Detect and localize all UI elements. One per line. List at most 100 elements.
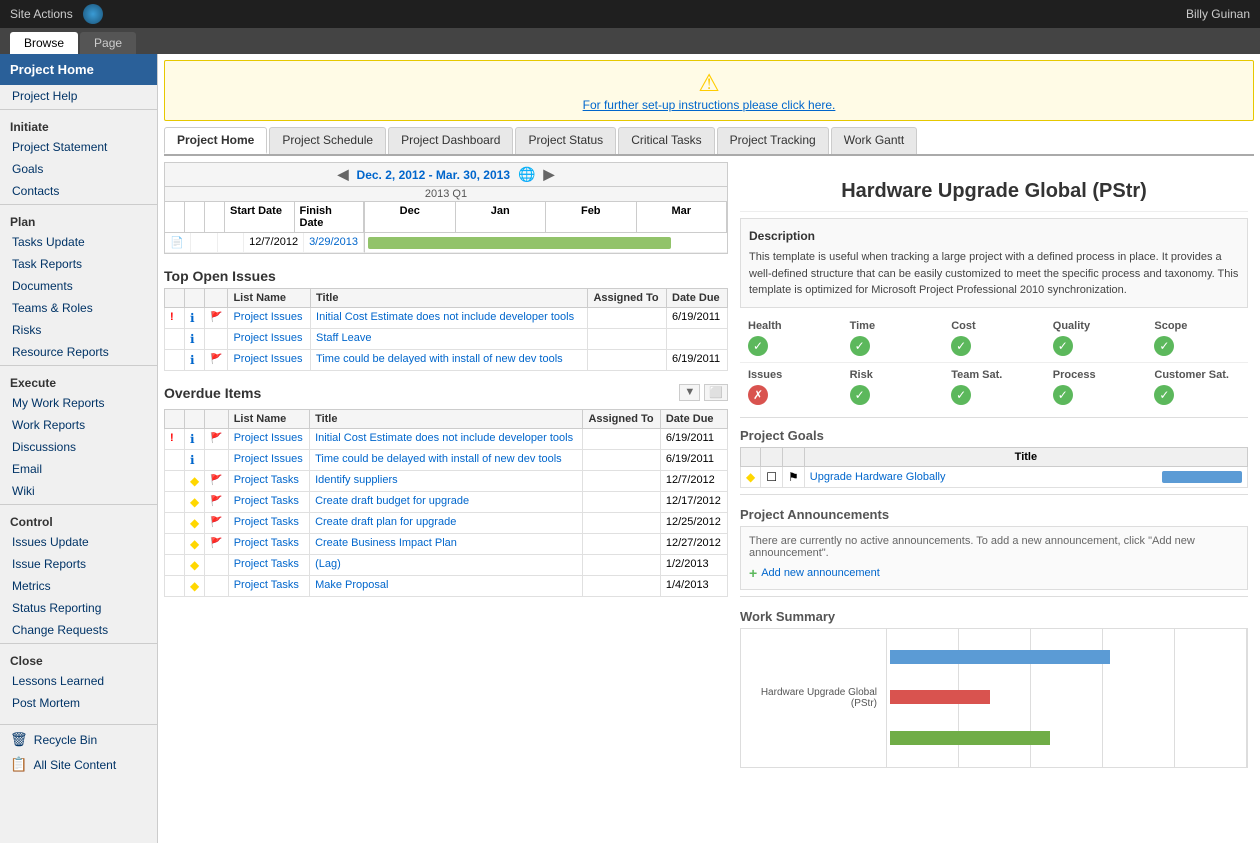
sidebar-item-discussions[interactable]: Discussions xyxy=(0,436,157,458)
chart-bar-red xyxy=(890,690,990,704)
td-info: ℹ xyxy=(185,329,205,350)
site-actions-menu[interactable]: Site Actions xyxy=(10,7,73,21)
td-title[interactable]: Time could be delayed with install of ne… xyxy=(311,350,588,371)
goals-th-title[interactable]: Title xyxy=(804,447,1247,466)
tab-work-gantt[interactable]: Work Gantt xyxy=(831,127,917,154)
td-list[interactable]: Project Tasks xyxy=(228,471,309,492)
table-row: ◆ 🚩 Project Tasks Identify suppliers 12/… xyxy=(165,471,728,492)
td-list[interactable]: Project Tasks xyxy=(228,555,309,576)
gantt-row-icon2 xyxy=(191,233,217,252)
overdue-controls: ▼ ⬜ xyxy=(679,384,728,401)
td-title[interactable]: Create Business Impact Plan xyxy=(310,534,583,555)
overdue-expand-btn[interactable]: ⬜ xyxy=(704,384,728,401)
chart-row-blue xyxy=(890,650,1243,664)
globe-icon xyxy=(83,4,103,24)
td-flag: 🚩 xyxy=(205,534,228,555)
sidebar-item-email[interactable]: Email xyxy=(0,458,157,480)
sidebar-item-status-reporting[interactable]: Status Reporting xyxy=(0,597,157,619)
top-issues-title: Top Open Issues xyxy=(164,262,728,288)
all-site-content[interactable]: 📋 All Site Content xyxy=(0,752,157,777)
status-time-label: Time xyxy=(850,320,936,332)
top-bar: Site Actions Billy Guinan xyxy=(0,0,1260,28)
status-grid-row1: Health ✓ Time ✓ Cost ✓ Quality xyxy=(740,314,1248,362)
sidebar-item-project-help[interactable]: Project Help xyxy=(0,85,157,107)
th-assigned[interactable]: Assigned To xyxy=(588,289,667,308)
overdue-menu-btn[interactable]: ▼ xyxy=(679,384,700,401)
status-health-icon: ✓ xyxy=(748,336,768,356)
sidebar-item-my-work-reports[interactable]: My Work Reports xyxy=(0,392,157,414)
sidebar-item-risks[interactable]: Risks xyxy=(0,319,157,341)
goals-td-1: ◆ xyxy=(741,466,761,487)
td-title[interactable]: Staff Leave xyxy=(311,329,588,350)
sidebar-item-issue-reports[interactable]: Issue Reports xyxy=(0,553,157,575)
gantt-col-finish[interactable]: Finish Date xyxy=(295,202,365,232)
th-due[interactable]: Date Due xyxy=(667,289,728,308)
sidebar-item-goals[interactable]: Goals xyxy=(0,158,157,180)
td-list[interactable]: Project Tasks xyxy=(228,513,309,534)
td-title[interactable]: Create draft budget for upgrade xyxy=(310,492,583,513)
sidebar: Project Home Project Help Initiate Proje… xyxy=(0,54,158,843)
th-title[interactable]: Title xyxy=(311,289,588,308)
td-title[interactable]: (Lag) xyxy=(310,555,583,576)
sidebar-item-project-statement[interactable]: Project Statement xyxy=(0,136,157,158)
td-title[interactable]: Make Proposal xyxy=(310,576,583,597)
td-assigned xyxy=(588,308,667,329)
td-title[interactable]: Time could be delayed with install of ne… xyxy=(310,450,583,471)
sidebar-item-documents[interactable]: Documents xyxy=(0,275,157,297)
sidebar-item-post-mortem[interactable]: Post Mortem xyxy=(0,692,157,714)
status-customer-sat-icon: ✓ xyxy=(1154,385,1174,405)
td-title[interactable]: Initial Cost Estimate does not include d… xyxy=(311,308,588,329)
tab-project-schedule[interactable]: Project Schedule xyxy=(269,127,386,154)
sidebar-item-issues-update[interactable]: Issues Update xyxy=(0,531,157,553)
td-title[interactable]: Identify suppliers xyxy=(310,471,583,492)
sidebar-item-tasks-update[interactable]: Tasks Update xyxy=(0,231,157,253)
sidebar-item-resource-reports[interactable]: Resource Reports xyxy=(0,341,157,363)
status-team-sat: Team Sat. ✓ xyxy=(943,363,1045,411)
gantt-col-start[interactable]: Start Date xyxy=(225,202,295,232)
tab-page[interactable]: Page xyxy=(80,32,136,54)
tab-project-tracking[interactable]: Project Tracking xyxy=(717,127,829,154)
sidebar-item-metrics[interactable]: Metrics xyxy=(0,575,157,597)
description-text: This template is useful when tracking a … xyxy=(749,249,1239,299)
gantt-prev-btn[interactable]: ◀ xyxy=(338,166,349,183)
tab-project-home[interactable]: Project Home xyxy=(164,127,267,154)
gantt-row-finish[interactable]: 3/29/2013 xyxy=(304,233,364,252)
recycle-bin[interactable]: 🗑 Recycle Bin xyxy=(0,727,157,752)
gantt-next-btn[interactable]: ▶ xyxy=(543,166,554,183)
sidebar-item-contacts[interactable]: Contacts xyxy=(0,180,157,202)
warning-bar: ⚠ For further set-up instructions please… xyxy=(164,60,1254,121)
right-panel: Hardware Upgrade Global (PStr) Descripti… xyxy=(734,162,1254,774)
sidebar-item-lessons-learned[interactable]: Lessons Learned xyxy=(0,670,157,692)
td-title[interactable]: Initial Cost Estimate does not include d… xyxy=(310,429,583,450)
sidebar-item-work-reports[interactable]: Work Reports xyxy=(0,414,157,436)
add-announcement-link[interactable]: + Add new announcement xyxy=(749,565,1239,581)
warning-link[interactable]: For further set-up instructions please c… xyxy=(173,98,1245,112)
th-due[interactable]: Date Due xyxy=(660,410,727,429)
tab-project-dashboard[interactable]: Project Dashboard xyxy=(388,127,513,154)
tab-browse[interactable]: Browse xyxy=(10,32,78,54)
sidebar-item-change-requests[interactable]: Change Requests xyxy=(0,619,157,641)
td-title[interactable]: Create draft plan for upgrade xyxy=(310,513,583,534)
th-list-name[interactable]: List Name xyxy=(228,410,309,429)
tab-project-status[interactable]: Project Status xyxy=(515,127,616,154)
td-list[interactable]: Project Tasks xyxy=(228,576,309,597)
gantt-bar-area xyxy=(365,233,727,253)
td-list[interactable]: Project Issues xyxy=(228,329,311,350)
sidebar-section-execute: Execute xyxy=(0,370,157,392)
sidebar-item-task-reports[interactable]: Task Reports xyxy=(0,253,157,275)
th-title[interactable]: Title xyxy=(310,410,583,429)
gantt-col-headers: Start Date Finish Date Dec Jan Feb Mar xyxy=(165,202,727,233)
td-list[interactable]: Project Issues xyxy=(228,429,309,450)
td-list[interactable]: Project Tasks xyxy=(228,534,309,555)
td-list[interactable]: Project Issues xyxy=(228,450,309,471)
goals-td-title[interactable]: Upgrade Hardware Globally xyxy=(804,466,1247,487)
td-list[interactable]: Project Issues xyxy=(228,350,311,371)
th-assigned[interactable]: Assigned To xyxy=(583,410,660,429)
gantt-globe-icon: 🌐 xyxy=(518,166,535,183)
td-list[interactable]: Project Issues xyxy=(228,308,311,329)
tab-critical-tasks[interactable]: Critical Tasks xyxy=(618,127,714,154)
sidebar-item-wiki[interactable]: Wiki xyxy=(0,480,157,502)
td-list[interactable]: Project Tasks xyxy=(228,492,309,513)
th-list-name[interactable]: List Name xyxy=(228,289,311,308)
sidebar-item-teams-roles[interactable]: Teams & Roles xyxy=(0,297,157,319)
